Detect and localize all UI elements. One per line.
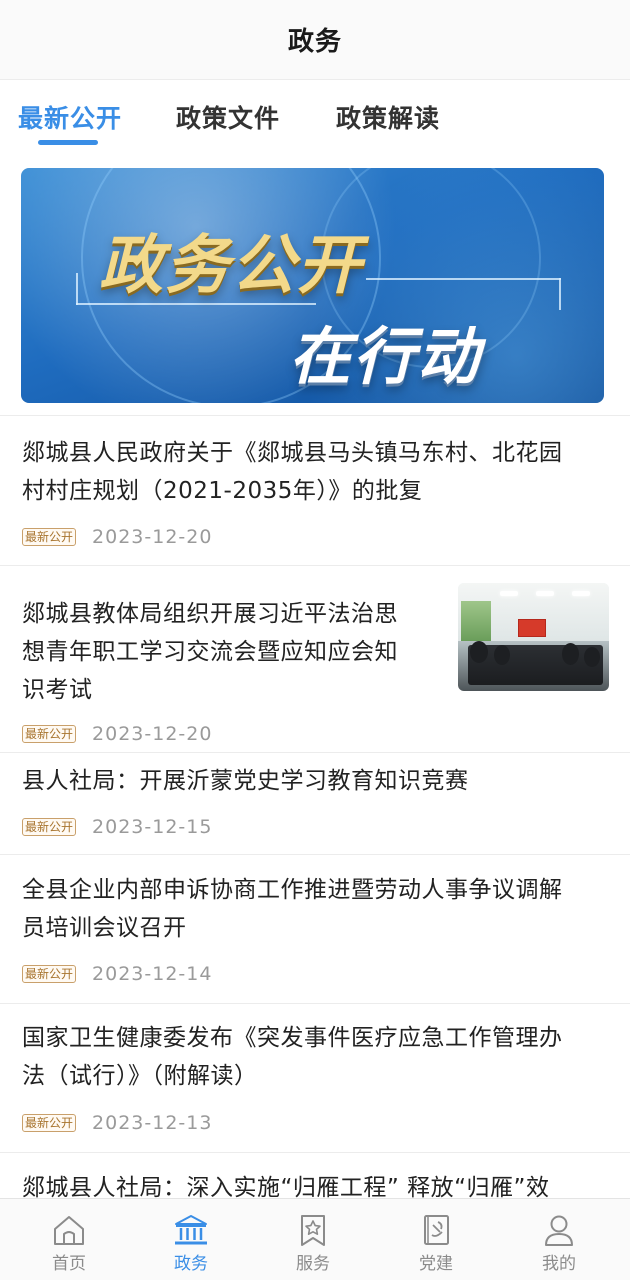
article-title: 县人社局：开展沂蒙党史学习教育知识竞赛 xyxy=(22,768,469,794)
article-item[interactable]: 国家卫生健康委发布《突发事件医疗应急工作管理办 法（试行）》（附解读） 最新公开… xyxy=(0,1003,630,1152)
category-tabs: 最新公开 政策文件 政策解读 xyxy=(0,81,630,157)
tab-policy-documents[interactable]: 政策文件 xyxy=(176,99,280,135)
banner-title-line1: 政务公开 xyxy=(99,229,363,303)
active-tab-indicator xyxy=(38,140,98,145)
user-profile-icon xyxy=(545,1215,573,1246)
home-icon xyxy=(54,1216,84,1245)
article-meta: 最新公开 2023-12-20 xyxy=(22,526,212,548)
article-meta: 最新公开 2023-12-14 xyxy=(22,963,212,985)
category-tag: 最新公开 xyxy=(22,965,77,983)
tabbar-label: 我的 xyxy=(542,1254,576,1274)
article-item[interactable]: 郯城县人民政府关于《郯城县马头镇马东村、北花园 村村庄规划（2021-2035年… xyxy=(0,415,630,565)
article-meta: 最新公开 2023-12-13 xyxy=(22,1112,212,1134)
article-thumbnail xyxy=(458,583,609,691)
bottom-tab-bar: 首页 政务 服务 党建 我的 xyxy=(0,1198,630,1280)
category-tag: 最新公开 xyxy=(22,528,77,546)
tab-latest-disclosure[interactable]: 最新公开 xyxy=(18,99,122,135)
publish-date: 2023-12-20 xyxy=(92,723,213,745)
article-item[interactable]: 全县企业内部申诉协商工作推进暨劳动人事争议调解 员培训会议召开 最新公开 202… xyxy=(0,854,630,1003)
article-title: 全县企业内部申诉协商工作推进暨劳动人事争议调解 员培训会议召开 xyxy=(22,877,563,941)
tabbar-item-home[interactable]: 首页 xyxy=(29,1213,109,1274)
star-bookmark-icon xyxy=(301,1215,325,1246)
banner-image[interactable]: 政务公开 在行动 xyxy=(21,168,604,403)
article-title: 郯城县人民政府关于《郯城县马头镇马东村、北花园 村村庄规划（2021-2035年… xyxy=(22,440,563,504)
tabbar-item-services[interactable]: 服务 xyxy=(273,1213,353,1274)
government-building-icon xyxy=(175,1215,207,1245)
tabbar-item-party-building[interactable]: 党建 xyxy=(396,1213,476,1274)
article-title: 郯城县教体局组织开展习近平法治思 想青年职工学习交流会暨应知应会知 识考试 xyxy=(22,601,398,703)
tab-policy-interpretation[interactable]: 政策解读 xyxy=(336,99,440,135)
banner-title-line2: 在行动 xyxy=(289,320,482,393)
article-meta: 最新公开 2023-12-20 xyxy=(22,723,212,745)
tabbar-label: 党建 xyxy=(419,1254,453,1274)
tabbar-item-government[interactable]: 政务 xyxy=(151,1213,231,1274)
category-tag: 最新公开 xyxy=(22,1114,77,1132)
party-emblem-book-icon xyxy=(424,1215,449,1245)
article-item[interactable]: 郯城县教体局组织开展习近平法治思 想青年职工学习交流会暨应知应会知 识考试 最新… xyxy=(0,565,630,752)
category-tag: 最新公开 xyxy=(22,818,77,836)
publish-date: 2023-12-15 xyxy=(92,816,213,838)
article-item[interactable]: 县人社局：开展沂蒙党史学习教育知识竞赛 最新公开 2023-12-15 xyxy=(0,752,630,854)
tabbar-label: 政务 xyxy=(174,1254,208,1274)
article-meta: 最新公开 2023-12-15 xyxy=(22,816,212,838)
publish-date: 2023-12-13 xyxy=(92,1112,213,1134)
category-tag: 最新公开 xyxy=(22,725,77,743)
top-header: 政务 xyxy=(0,0,630,80)
article-title: 国家卫生健康委发布《突发事件医疗应急工作管理办 法（试行）》（附解读） xyxy=(22,1025,563,1089)
tabbar-label: 服务 xyxy=(296,1254,330,1274)
page-title: 政务 xyxy=(287,27,342,57)
publish-date: 2023-12-14 xyxy=(92,963,213,985)
publish-date: 2023-12-20 xyxy=(92,526,213,548)
tabbar-item-profile[interactable]: 我的 xyxy=(519,1213,599,1274)
tabbar-label: 首页 xyxy=(52,1254,86,1274)
